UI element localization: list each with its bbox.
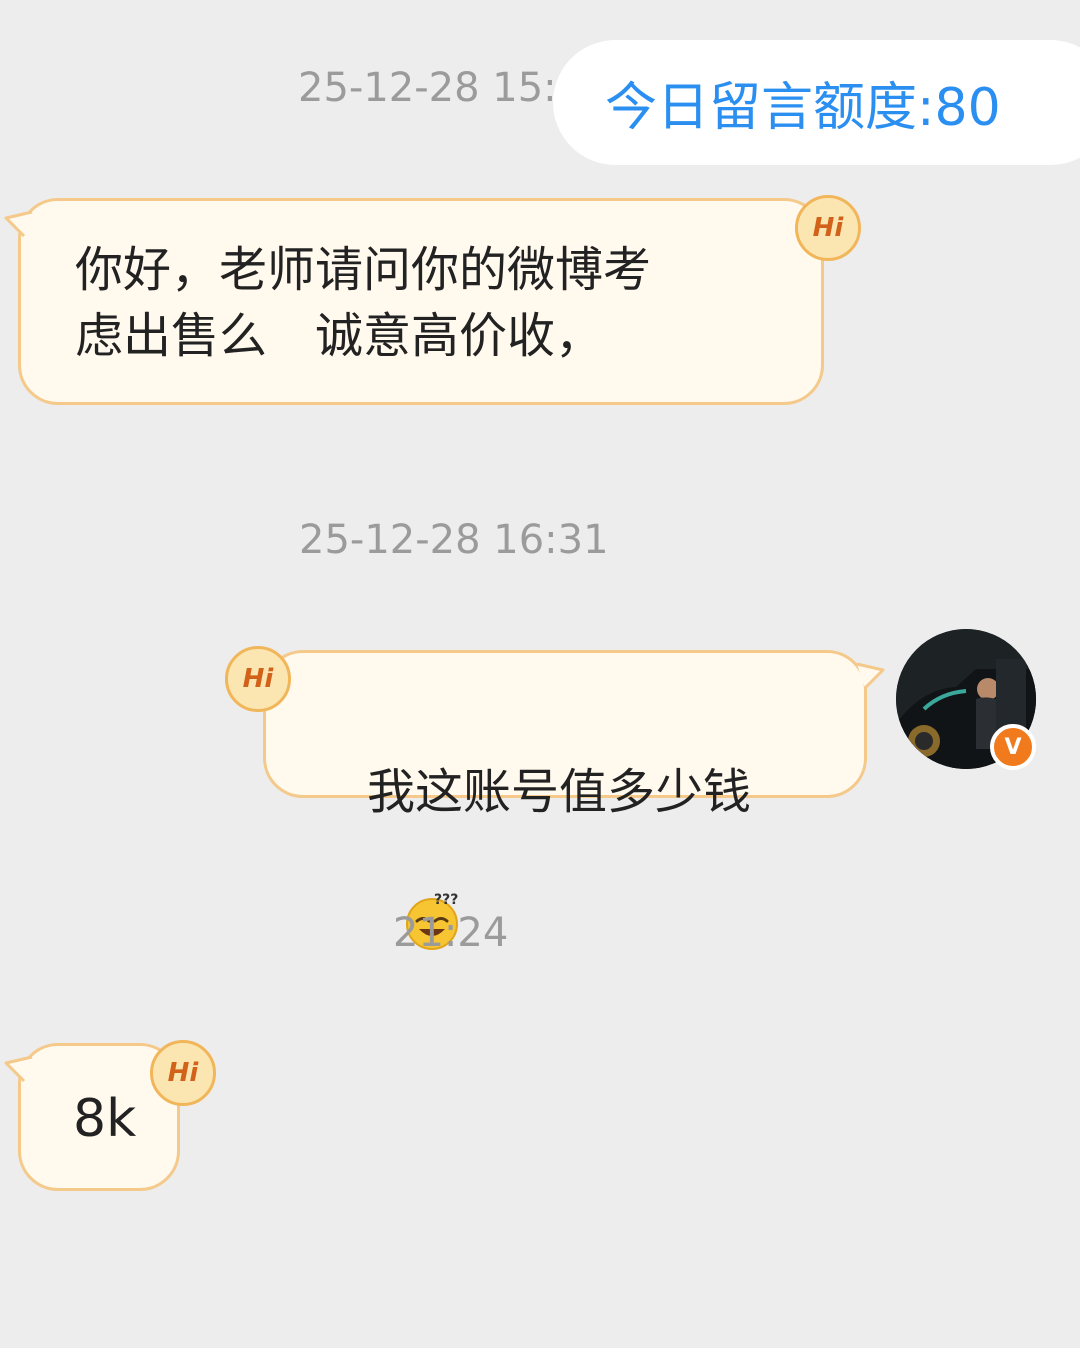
message-text: 我这账号值多少钱: [367, 764, 752, 820]
svg-text:???: ???: [434, 892, 458, 908]
outgoing-message-bubble[interactable]: 我这账号值多少钱 ???: [263, 650, 867, 950]
message-timestamp: 21:24: [393, 910, 509, 956]
message-text-row: 我这账号值多少钱 ???: [306, 693, 864, 1100]
hi-badge-icon: Hi: [225, 646, 291, 712]
bubble-tail: [856, 662, 885, 690]
quota-label: 今日留言额度:80: [605, 78, 1001, 138]
bubble-tail: [4, 1055, 33, 1083]
verified-badge-icon: V: [990, 724, 1036, 770]
message-timestamp: 25-12-28 15:1: [298, 65, 583, 111]
message-text: 你好，老师请问你的微博考 虑出售么 诚意高价收，: [75, 242, 652, 364]
hi-badge-icon: Hi: [150, 1040, 216, 1106]
bubble-tail: [4, 210, 33, 238]
incoming-message-bubble[interactable]: 你好，老师请问你的微博考 虑出售么 诚意高价收，: [18, 198, 824, 405]
message-quota-banner: 今日留言额度:80: [553, 40, 1080, 165]
message-timestamp: 25-12-28 16:31: [299, 517, 609, 563]
hi-badge-icon: Hi: [795, 195, 861, 261]
